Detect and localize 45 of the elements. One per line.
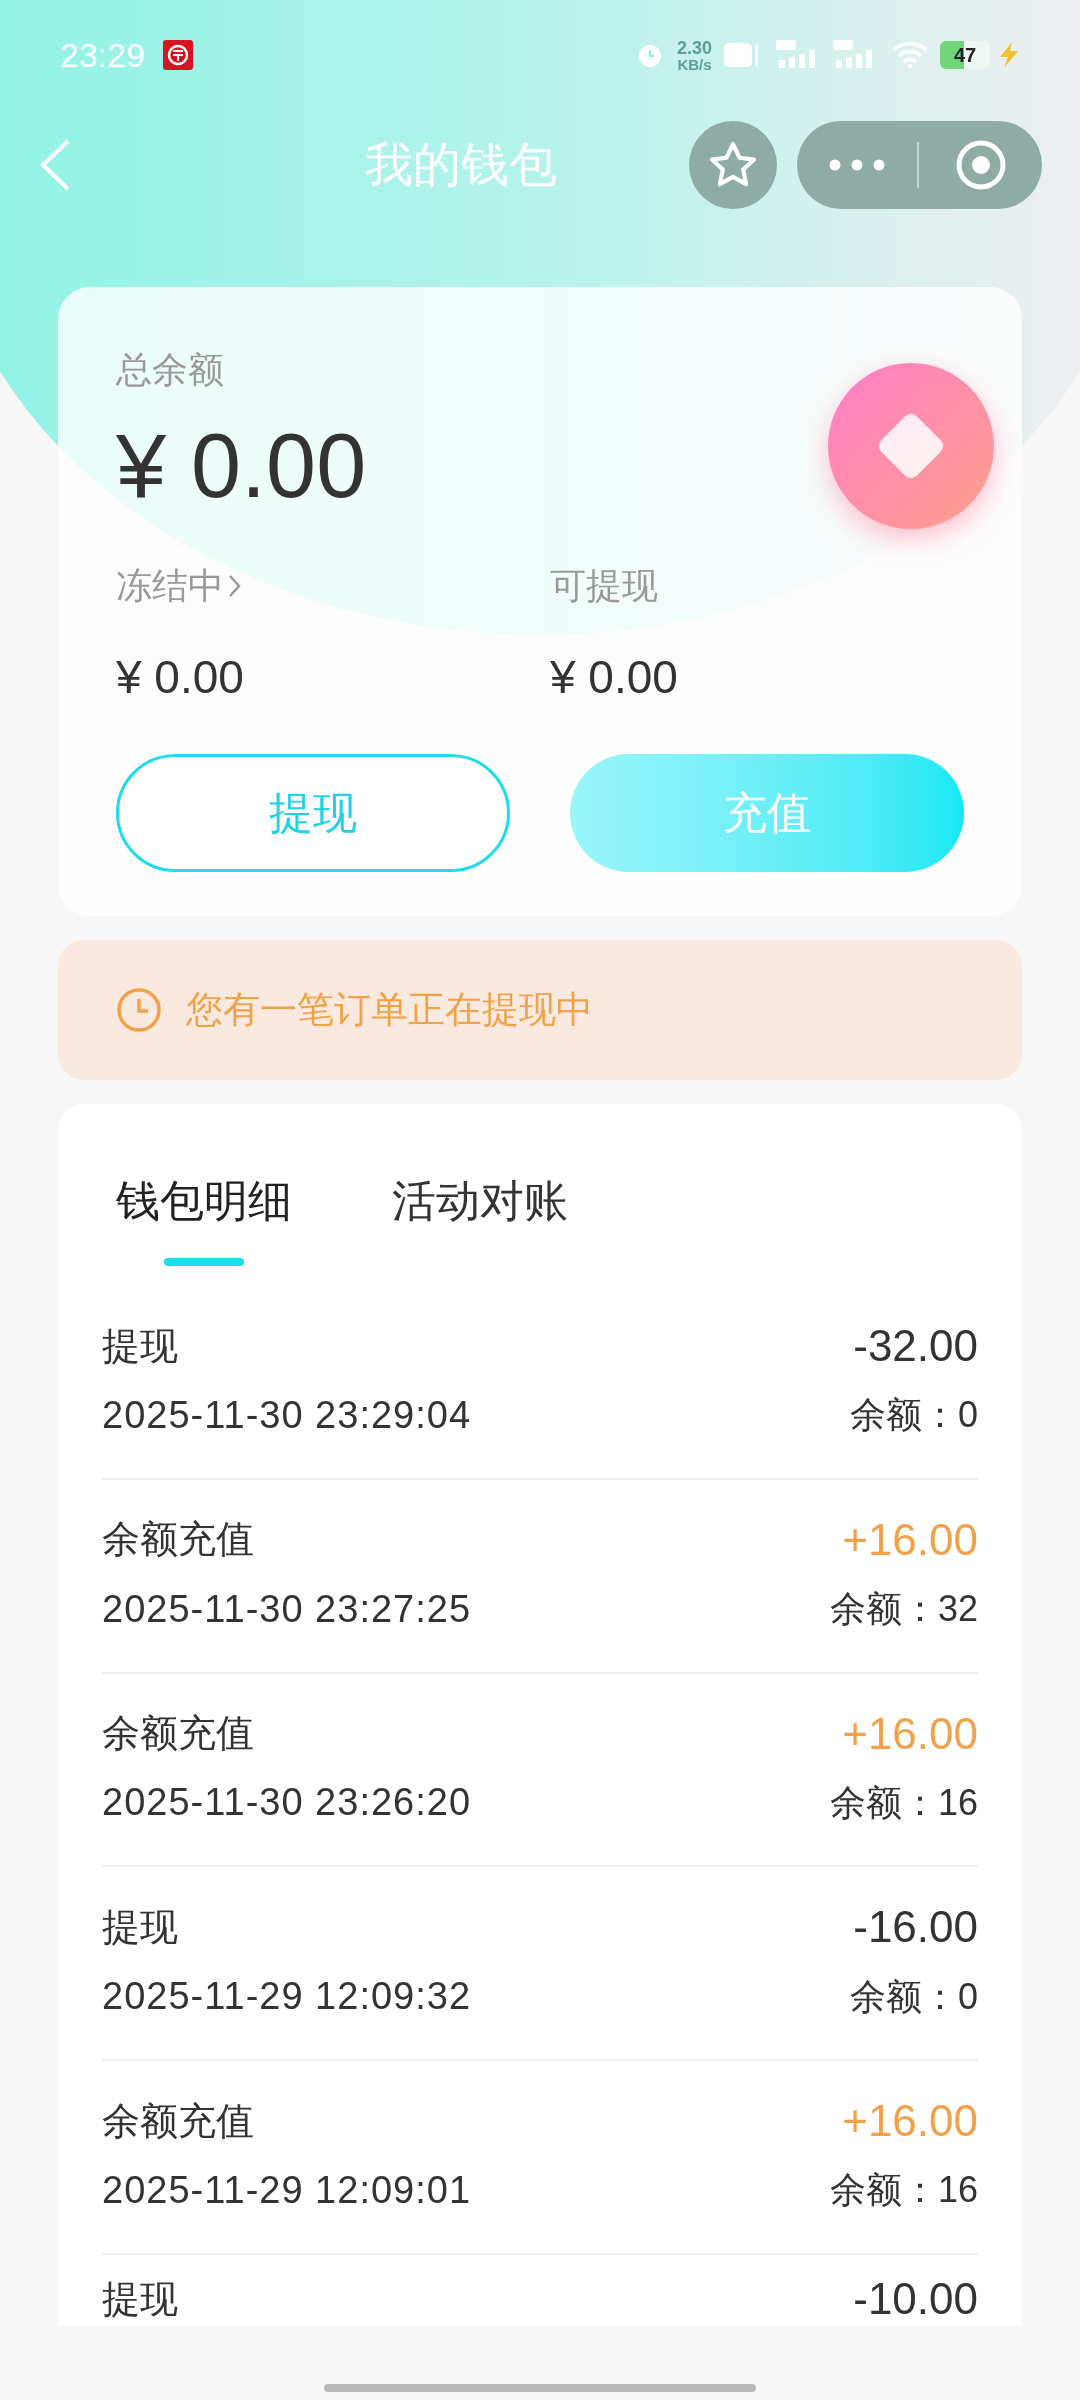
record-title: 余额充值 — [102, 1517, 254, 1563]
record-amount: +16.00 — [842, 1707, 978, 1760]
record-title: 提现 — [102, 2276, 178, 2322]
record-balance: 余额：16 — [829, 2168, 978, 2213]
record-balance: 余额：32 — [829, 1587, 978, 1632]
record-amount: -10.00 — [853, 2273, 978, 2325]
network-speed: 2.30 — [676, 38, 712, 57]
record-amount: -16.00 — [853, 1901, 978, 1954]
tab[interactable]: 活动对账 — [392, 1168, 568, 1266]
record-icon — [954, 139, 1007, 191]
record-time: 2025-11-30 23:29:04 — [102, 1392, 472, 1438]
record-title: 余额充值 — [102, 2098, 254, 2144]
record-amount: -32.00 — [853, 1320, 978, 1372]
page-title: 我的钱包 — [364, 137, 557, 193]
withdraw-button[interactable]: 提现 — [116, 754, 510, 872]
record-time: 2025-11-29 12:09:01 — [102, 2168, 472, 2213]
speed-unit: KB/s — [677, 56, 712, 72]
star-icon — [708, 141, 758, 189]
record-title: 提现 — [102, 1905, 178, 1950]
frozen-amount: ¥ 0.00 — [116, 650, 245, 705]
tab[interactable]: 钱包明细 — [116, 1168, 292, 1266]
charging-icon — [998, 41, 1020, 69]
record-time: 2025-11-30 23:26:20 — [102, 1780, 472, 1826]
total-balance-label: 总余额 — [116, 348, 225, 392]
withdrawable-amount: ¥ 0.00 — [550, 650, 679, 705]
record-title: 余额充值 — [102, 1711, 254, 1757]
record-time: 2025-11-29 12:09:32 — [102, 1974, 472, 2020]
frozen-label[interactable]: 冻结中 — [116, 559, 224, 613]
record-title: 提现 — [102, 1323, 178, 1369]
currency-app-icon — [163, 40, 194, 70]
clock-icon — [116, 987, 162, 1033]
notice-text: 您有一笔订单正在提现中 — [186, 988, 593, 1033]
record-time: 2025-11-30 23:27:25 — [102, 1586, 472, 1632]
record-balance: 余额：16 — [829, 1780, 978, 1825]
status-time: 23:29 — [60, 34, 146, 76]
more-icon — [829, 159, 885, 171]
wifi-icon — [892, 41, 928, 69]
record-amount: +16.00 — [842, 2095, 978, 2148]
record-amount: +16.00 — [842, 1513, 978, 1566]
back-icon[interactable] — [38, 138, 72, 192]
withdrawable-label: 可提现 — [550, 564, 659, 608]
chevron-right-icon — [228, 573, 242, 599]
record-balance: 余额：0 — [849, 1393, 978, 1438]
total-balance-amount: ¥ 0.00 — [116, 421, 367, 511]
record-balance: 余额：0 — [849, 1974, 978, 2019]
